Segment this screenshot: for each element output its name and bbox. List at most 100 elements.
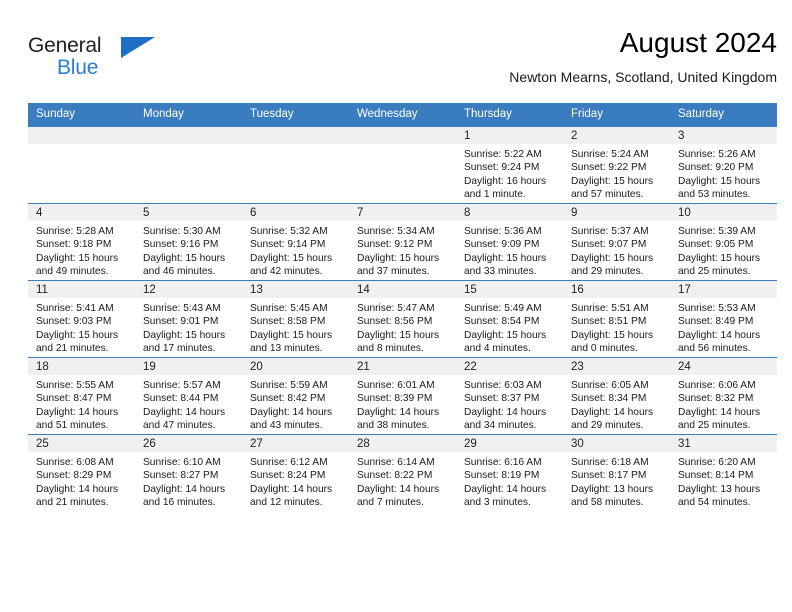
calendar-day-cell[interactable]: 31 Sunrise: 6:20 AM Sunset: 8:14 PM Dayligh… bbox=[670, 434, 777, 511]
day-daylight-2-text: and 33 minutes. bbox=[464, 266, 537, 278]
weekday-header-wednesday: Wednesday bbox=[349, 103, 456, 127]
calendar-day-cell[interactable]: 19 Sunrise: 5:57 AM Sunset: 8:44 PM Dayligh… bbox=[135, 357, 242, 435]
calendar-day-cell[interactable]: 1 Sunrise: 5:22 AM Sunset: 9:24 PM Daylight… bbox=[456, 126, 563, 204]
day-sunset-text: Sunset: 9:09 PM bbox=[464, 239, 540, 251]
calendar-day-cell[interactable]: 28 Sunrise: 6:14 AM Sunset: 8:22 PM Dayligh… bbox=[349, 434, 456, 511]
day-daylight-1-text: Daylight: 15 hours bbox=[36, 252, 119, 264]
day-number: 4 bbox=[28, 204, 135, 221]
day-sun-info bbox=[135, 144, 242, 148]
day-daylight-2-text: and 58 minutes. bbox=[571, 497, 644, 509]
day-daylight-2-text: and 4 minutes. bbox=[464, 343, 531, 355]
day-sun-info: Sunrise: 5:24 AM Sunset: 9:22 PM Daylight:… bbox=[563, 144, 670, 202]
day-daylight-1-text: Daylight: 14 hours bbox=[36, 483, 119, 495]
day-sunset-text: Sunset: 8:47 PM bbox=[36, 393, 112, 405]
calendar-day-cell[interactable]: 27 Sunrise: 6:12 AM Sunset: 8:24 PM Dayligh… bbox=[242, 434, 349, 511]
calendar-day-cell[interactable]: 17 Sunrise: 5:53 AM Sunset: 8:49 PM Dayligh… bbox=[670, 280, 777, 358]
day-sunset-text: Sunset: 9:18 PM bbox=[36, 239, 112, 251]
day-cell-inner: 24 Sunrise: 6:06 AM Sunset: 8:32 PM Dayligh… bbox=[670, 358, 777, 434]
day-daylight-2-text: and 29 minutes. bbox=[571, 420, 644, 432]
calendar-day-cell[interactable]: 12 Sunrise: 5:43 AM Sunset: 9:01 PM Dayligh… bbox=[135, 280, 242, 358]
day-daylight-1-text: Daylight: 15 hours bbox=[678, 252, 761, 264]
weekday-header-sunday: Sunday bbox=[28, 103, 135, 127]
day-sunrise-text: Sunrise: 5:30 AM bbox=[143, 226, 221, 237]
calendar-day-cell[interactable]: 7 Sunrise: 5:34 AM Sunset: 9:12 PM Daylight… bbox=[349, 203, 456, 281]
day-number: 26 bbox=[135, 435, 242, 452]
day-sunrise-text: Sunrise: 5:45 AM bbox=[250, 303, 328, 314]
page-header: General Blue August 2024 Newton Mearns, … bbox=[28, 26, 777, 98]
day-sunrise-text: Sunrise: 5:26 AM bbox=[678, 149, 756, 160]
calendar-day-cell[interactable]: 30 Sunrise: 6:18 AM Sunset: 8:17 PM Dayligh… bbox=[563, 434, 670, 511]
day-sunrise-text: Sunrise: 5:43 AM bbox=[143, 303, 221, 314]
day-sunrise-text: Sunrise: 5:47 AM bbox=[357, 303, 435, 314]
calendar-day-cell[interactable]: 16 Sunrise: 5:51 AM Sunset: 8:51 PM Dayligh… bbox=[563, 280, 670, 358]
calendar-day-cell[interactable]: 15 Sunrise: 5:49 AM Sunset: 8:54 PM Dayligh… bbox=[456, 280, 563, 358]
day-sunrise-text: Sunrise: 5:28 AM bbox=[36, 226, 114, 237]
calendar-day-cell[interactable]: 14 Sunrise: 5:47 AM Sunset: 8:56 PM Dayligh… bbox=[349, 280, 456, 358]
day-sun-info: Sunrise: 6:12 AM Sunset: 8:24 PM Daylight:… bbox=[242, 452, 349, 510]
page-title: August 2024 bbox=[619, 27, 777, 58]
calendar-day-cell[interactable]: 8 Sunrise: 5:36 AM Sunset: 9:09 PM Daylight… bbox=[456, 203, 563, 281]
day-sun-info: Sunrise: 5:30 AM Sunset: 9:16 PM Daylight:… bbox=[135, 221, 242, 279]
day-sun-info: Sunrise: 5:55 AM Sunset: 8:47 PM Daylight:… bbox=[28, 375, 135, 433]
day-sun-info: Sunrise: 6:01 AM Sunset: 8:39 PM Daylight:… bbox=[349, 375, 456, 433]
day-daylight-2-text: and 25 minutes. bbox=[678, 420, 751, 432]
day-daylight-2-text: and 37 minutes. bbox=[357, 266, 430, 278]
day-cell-inner: 12 Sunrise: 5:43 AM Sunset: 9:01 PM Dayligh… bbox=[135, 281, 242, 357]
day-cell-inner: 27 Sunrise: 6:12 AM Sunset: 8:24 PM Dayligh… bbox=[242, 435, 349, 511]
day-sunset-text: Sunset: 8:32 PM bbox=[678, 393, 754, 405]
calendar-day-cell[interactable]: 2 Sunrise: 5:24 AM Sunset: 9:22 PM Daylight… bbox=[563, 126, 670, 204]
day-sunrise-text: Sunrise: 5:59 AM bbox=[250, 380, 328, 391]
calendar-day-cell[interactable]: 24 Sunrise: 6:06 AM Sunset: 8:32 PM Dayligh… bbox=[670, 357, 777, 435]
calendar-day-cell[interactable]: 21 Sunrise: 6:01 AM Sunset: 8:39 PM Dayligh… bbox=[349, 357, 456, 435]
day-daylight-2-text: and 16 minutes. bbox=[143, 497, 216, 509]
day-number: 3 bbox=[670, 127, 777, 144]
day-number: 8 bbox=[456, 204, 563, 221]
general-blue-logo[interactable]: General Blue bbox=[28, 34, 158, 86]
calendar-day-cell[interactable]: 4 Sunrise: 5:28 AM Sunset: 9:18 PM Daylight… bbox=[28, 203, 135, 281]
calendar-day-cell[interactable]: 6 Sunrise: 5:32 AM Sunset: 9:14 PM Daylight… bbox=[242, 203, 349, 281]
day-number: 19 bbox=[135, 358, 242, 375]
day-sunrise-text: Sunrise: 5:57 AM bbox=[143, 380, 221, 391]
calendar-day-cell[interactable]: 10 Sunrise: 5:39 AM Sunset: 9:05 PM Dayligh… bbox=[670, 203, 777, 281]
day-sunrise-text: Sunrise: 6:10 AM bbox=[143, 457, 221, 468]
day-cell-inner: 21 Sunrise: 6:01 AM Sunset: 8:39 PM Dayligh… bbox=[349, 358, 456, 434]
day-daylight-2-text: and 42 minutes. bbox=[250, 266, 323, 278]
calendar-day-cell[interactable]: 20 Sunrise: 5:59 AM Sunset: 8:42 PM Dayligh… bbox=[242, 357, 349, 435]
day-daylight-1-text: Daylight: 14 hours bbox=[357, 406, 440, 418]
calendar-day-cell[interactable]: 25 Sunrise: 6:08 AM Sunset: 8:29 PM Dayligh… bbox=[28, 434, 135, 511]
calendar-day-cell[interactable]: 29 Sunrise: 6:16 AM Sunset: 8:19 PM Dayligh… bbox=[456, 434, 563, 511]
calendar-day-cell[interactable]: 3 Sunrise: 5:26 AM Sunset: 9:20 PM Daylight… bbox=[670, 126, 777, 204]
day-sun-info: Sunrise: 6:10 AM Sunset: 8:27 PM Daylight:… bbox=[135, 452, 242, 510]
day-daylight-2-text: and 57 minutes. bbox=[571, 189, 644, 201]
calendar-day-cell[interactable]: 23 Sunrise: 6:05 AM Sunset: 8:34 PM Dayligh… bbox=[563, 357, 670, 435]
day-cell-inner: 31 Sunrise: 6:20 AM Sunset: 8:14 PM Dayligh… bbox=[670, 435, 777, 511]
day-sun-info: Sunrise: 5:47 AM Sunset: 8:56 PM Daylight:… bbox=[349, 298, 456, 356]
calendar-day-cell[interactable]: 5 Sunrise: 5:30 AM Sunset: 9:16 PM Daylight… bbox=[135, 203, 242, 281]
day-cell-inner: 7 Sunrise: 5:34 AM Sunset: 9:12 PM Daylight… bbox=[349, 204, 456, 280]
day-sun-info: Sunrise: 5:22 AM Sunset: 9:24 PM Daylight:… bbox=[456, 144, 563, 202]
calendar-day-cell[interactable]: 11 Sunrise: 5:41 AM Sunset: 9:03 PM Dayligh… bbox=[28, 280, 135, 358]
day-daylight-2-text: and 46 minutes. bbox=[143, 266, 216, 278]
calendar-page: General Blue August 2024 Newton Mearns, … bbox=[0, 0, 792, 612]
day-sunset-text: Sunset: 9:01 PM bbox=[143, 316, 219, 328]
calendar-day-cell[interactable]: 18 Sunrise: 5:55 AM Sunset: 8:47 PM Dayligh… bbox=[28, 357, 135, 435]
day-sunrise-text: Sunrise: 6:03 AM bbox=[464, 380, 542, 391]
calendar-day-cell[interactable]: 9 Sunrise: 5:37 AM Sunset: 9:07 PM Daylight… bbox=[563, 203, 670, 281]
weekday-header-friday: Friday bbox=[563, 103, 670, 127]
day-cell-inner: 14 Sunrise: 5:47 AM Sunset: 8:56 PM Dayligh… bbox=[349, 281, 456, 357]
day-daylight-1-text: Daylight: 15 hours bbox=[250, 329, 333, 341]
calendar-day-cell[interactable]: 22 Sunrise: 6:03 AM Sunset: 8:37 PM Dayligh… bbox=[456, 357, 563, 435]
calendar-day-cell-empty bbox=[242, 126, 349, 204]
day-number bbox=[28, 127, 135, 144]
day-cell-inner: 2 Sunrise: 5:24 AM Sunset: 9:22 PM Daylight… bbox=[563, 127, 670, 203]
calendar-day-cell[interactable]: 13 Sunrise: 5:45 AM Sunset: 8:58 PM Dayligh… bbox=[242, 280, 349, 358]
day-daylight-2-text: and 51 minutes. bbox=[36, 420, 109, 432]
day-daylight-1-text: Daylight: 15 hours bbox=[143, 329, 226, 341]
calendar-day-cell[interactable]: 26 Sunrise: 6:10 AM Sunset: 8:27 PM Dayligh… bbox=[135, 434, 242, 511]
day-cell-inner bbox=[135, 127, 242, 203]
day-number: 31 bbox=[670, 435, 777, 452]
day-sunset-text: Sunset: 9:03 PM bbox=[36, 316, 112, 328]
day-sun-info: Sunrise: 6:20 AM Sunset: 8:14 PM Daylight:… bbox=[670, 452, 777, 510]
day-sun-info: Sunrise: 6:14 AM Sunset: 8:22 PM Daylight:… bbox=[349, 452, 456, 510]
day-number: 29 bbox=[456, 435, 563, 452]
